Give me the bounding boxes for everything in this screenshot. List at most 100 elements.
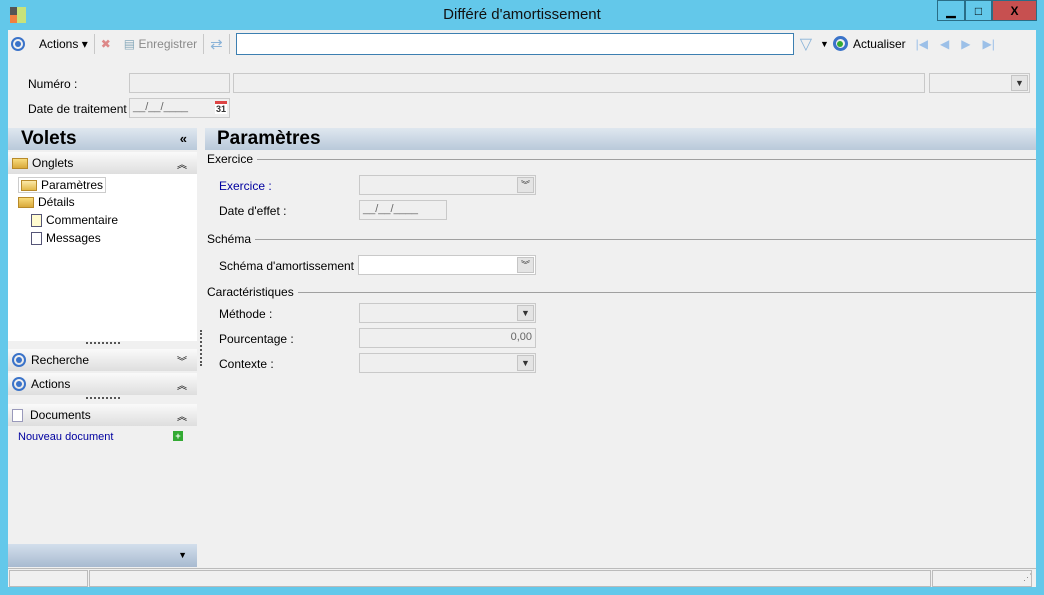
collapse-panel-icon[interactable]: « xyxy=(180,128,187,150)
save-icon: ▤ xyxy=(123,36,136,51)
open-folder-icon xyxy=(21,179,37,191)
folder-icon xyxy=(18,196,34,208)
status-panel xyxy=(932,570,1032,587)
sync-icon[interactable]: ⇄ xyxy=(210,35,223,53)
pourcentage-field[interactable]: 0,00 xyxy=(359,328,536,348)
previous-record-icon[interactable]: ◀ xyxy=(940,37,949,51)
schema-group: Schéma xyxy=(207,232,1036,246)
chevron-down-icon: ▼ xyxy=(517,305,534,321)
date-value: __/__/____ xyxy=(133,101,189,113)
resize-grip-icon[interactable]: ⋰ xyxy=(1023,572,1032,583)
actions-section[interactable]: Actions ︽ xyxy=(8,373,197,395)
refresh-icon[interactable] xyxy=(832,36,848,51)
splitter-grip[interactable] xyxy=(86,342,120,344)
numero-type-select[interactable]: ▼ xyxy=(929,73,1030,93)
circle-icon xyxy=(12,377,26,391)
filter-dropdown-icon[interactable]: ▼ xyxy=(820,39,829,49)
date-effet-label: Date d'effet : xyxy=(219,204,287,218)
toolbar: Actions ▾ ✖ ▤ Enregistrer ⇄ ▽ ▼ Actualis… xyxy=(8,30,1036,57)
delete-icon[interactable]: ✖ xyxy=(101,37,111,51)
chevron-down-icon: ▼ xyxy=(517,355,534,371)
main-title: Paramètres xyxy=(217,128,321,149)
exercice-select[interactable]: ︾ xyxy=(359,175,536,195)
tree-item-commentaire[interactable]: Commentaire xyxy=(31,213,118,227)
group-title: Caractéristiques xyxy=(207,285,294,299)
window-title: Différé d'amortissement xyxy=(443,6,601,23)
filter-icon[interactable]: ▽ xyxy=(800,34,812,54)
methode-select[interactable]: ▼ xyxy=(359,303,536,323)
date-traitement-label: Date de traitement : xyxy=(28,102,134,116)
chevron-down-icon: ︾ xyxy=(177,356,187,368)
document-icon xyxy=(31,231,42,245)
tree-label: Paramètres xyxy=(41,178,104,192)
schema-select[interactable]: ︾ xyxy=(358,255,536,275)
minimize-button[interactable]: ▁ xyxy=(937,0,965,21)
onglets-section[interactable]: Onglets ︽ xyxy=(8,152,197,174)
tree-label: Commentaire xyxy=(46,213,119,227)
actions-menu[interactable]: Actions ▾ xyxy=(39,37,88,51)
window-client: Actions ▾ ✖ ▤ Enregistrer ⇄ ▽ ▼ Actualis… xyxy=(8,30,1036,587)
date-value: __/__/____ xyxy=(363,203,419,215)
search-input[interactable] xyxy=(235,32,794,55)
onglets-label: Onglets xyxy=(32,156,74,170)
numero-description-field[interactable] xyxy=(233,73,925,93)
recherche-section[interactable]: Recherche ︾ xyxy=(8,349,197,371)
panel-footer: ▼ xyxy=(8,544,197,567)
separator xyxy=(228,33,230,54)
schema-label: Schéma d'amortissement : xyxy=(219,259,361,273)
save-button[interactable]: ▤ Enregistrer xyxy=(124,37,197,51)
splitter-grip[interactable] xyxy=(86,397,120,399)
separator xyxy=(203,33,205,54)
folder-icon xyxy=(12,157,28,169)
separator xyxy=(93,33,95,54)
chevron-up-icon: ︽ xyxy=(177,159,187,171)
date-traitement-field[interactable]: __/__/____ 31 xyxy=(129,98,230,118)
date-effet-field[interactable]: __/__/____ xyxy=(359,200,447,220)
numero-field[interactable] xyxy=(129,73,230,93)
save-label: Enregistrer xyxy=(138,36,198,51)
add-icon[interactable]: + xyxy=(173,431,183,441)
status-bar: ⋰ xyxy=(8,568,1036,587)
circle-icon xyxy=(12,353,26,367)
volets-header: Volets « xyxy=(8,128,197,150)
recherche-label: Recherche xyxy=(31,353,90,367)
status-panel xyxy=(9,570,88,587)
pourcentage-label: Pourcentage : xyxy=(219,332,294,346)
chevron-up-icon: ︽ xyxy=(177,411,187,423)
tree-item-details[interactable]: Détails xyxy=(18,195,75,209)
caracteristiques-group: Caractéristiques xyxy=(207,285,1036,299)
onglets-tree: Paramètres Détails Commentaire Messages xyxy=(8,174,197,341)
volets-title: Volets xyxy=(21,128,77,149)
calendar-icon[interactable]: 31 xyxy=(214,101,227,114)
first-record-icon[interactable]: |◀ xyxy=(916,37,928,51)
exercice-label: Exercice : xyxy=(219,179,272,193)
double-chevron-icon: ︾ xyxy=(517,257,534,273)
document-icon xyxy=(12,408,23,422)
contexte-select[interactable]: ▼ xyxy=(359,353,536,373)
group-title: Exercice xyxy=(207,152,254,166)
menu-circle-icon[interactable] xyxy=(11,36,25,51)
chevron-down-icon: ▼ xyxy=(1011,75,1028,91)
group-title: Schéma xyxy=(207,232,252,246)
double-chevron-icon: ︾ xyxy=(517,177,534,193)
new-document-link[interactable]: Nouveau document xyxy=(18,431,113,443)
documents-label: Documents xyxy=(30,408,91,422)
note-icon xyxy=(31,213,42,227)
refresh-button[interactable]: Actualiser xyxy=(853,37,906,51)
dropdown-icon[interactable]: ▼ xyxy=(178,550,187,560)
contexte-label: Contexte : xyxy=(219,357,274,371)
maximize-button[interactable]: □ xyxy=(965,0,992,21)
last-record-icon[interactable]: ▶| xyxy=(982,37,994,51)
tree-item-parametres[interactable]: Paramètres xyxy=(18,177,107,193)
documents-section[interactable]: Documents ︽ xyxy=(8,404,197,426)
next-record-icon[interactable]: ▶ xyxy=(961,37,970,51)
status-panel xyxy=(89,570,931,587)
methode-label: Méthode : xyxy=(219,307,273,321)
vertical-splitter[interactable] xyxy=(200,330,202,366)
separator xyxy=(117,34,118,54)
actions-label: Actions xyxy=(31,377,71,391)
tree-item-messages[interactable]: Messages xyxy=(31,231,101,245)
tree-label: Messages xyxy=(46,231,101,245)
close-button[interactable]: X xyxy=(992,0,1037,21)
main-header: Paramètres xyxy=(205,128,1036,150)
